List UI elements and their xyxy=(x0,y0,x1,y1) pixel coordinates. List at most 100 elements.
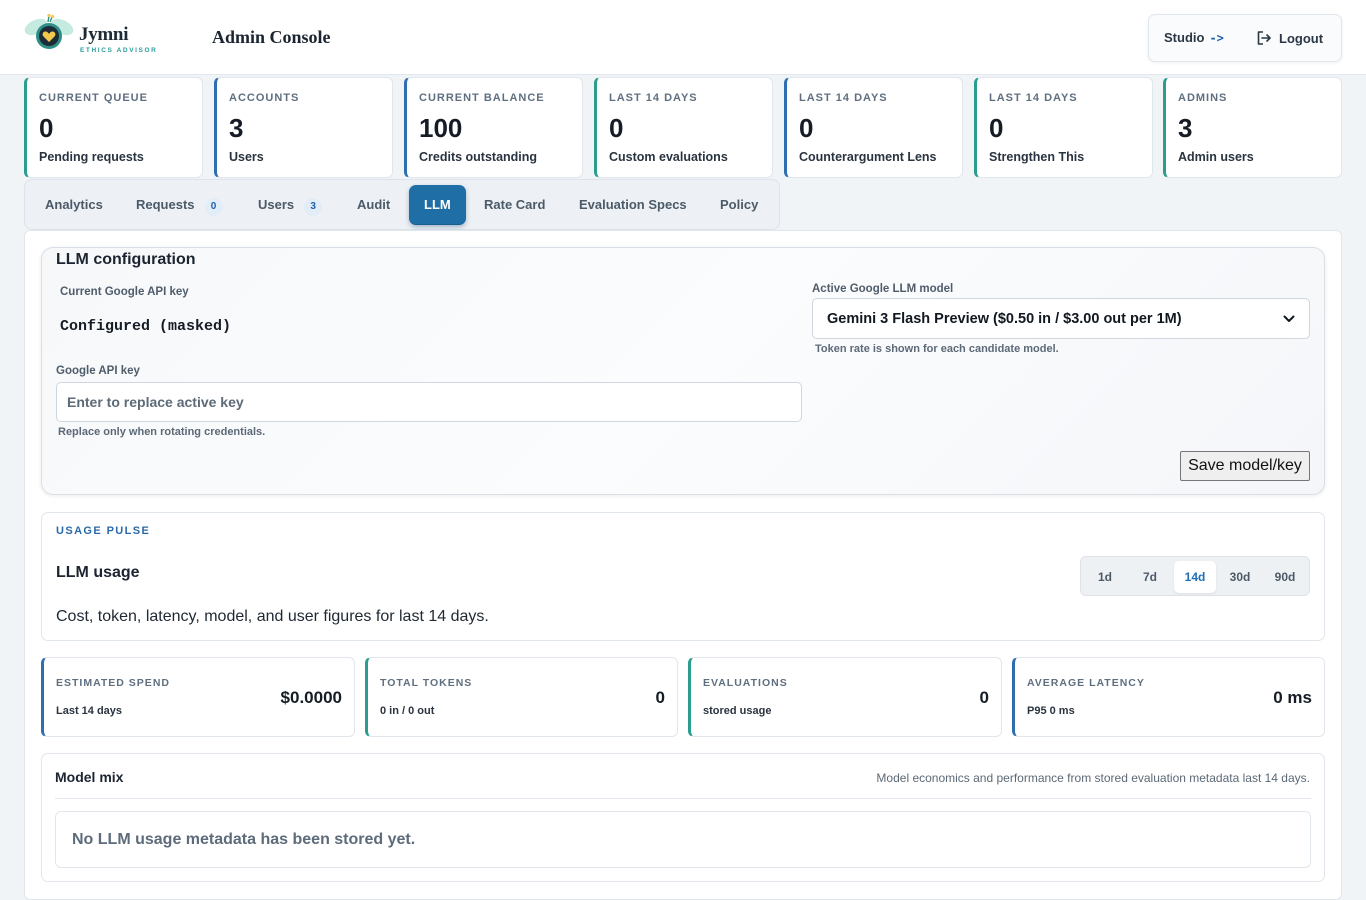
usage-description: Cost, token, latency, model, and user fi… xyxy=(56,608,489,625)
stat-value: 0 xyxy=(609,113,624,143)
admin-tabs: Analytics Requests 0 Users 3 Audit LLM Rat… xyxy=(24,179,780,230)
range-7d-button[interactable]: 7d xyxy=(1129,561,1171,593)
api-key-input[interactable] xyxy=(56,382,802,422)
arrow-right-icon: -> xyxy=(1209,31,1224,45)
tab-label: Policy xyxy=(720,197,759,212)
save-model-key-button[interactable]: Save model/key xyxy=(1180,451,1310,481)
model-mix-title: Model mix xyxy=(55,769,124,785)
page-title: Admin Console xyxy=(212,27,331,47)
metric-average-latency: AVERAGE LATENCY P95 0 ms 0 ms xyxy=(1012,657,1325,737)
stat-card-current-queue: CURRENT QUEUE 0 Pending requests xyxy=(24,77,203,178)
metric-sub: stored usage xyxy=(703,705,772,717)
studio-button[interactable]: Studio -> xyxy=(1164,30,1224,45)
model-select-label: Active Google LLM model xyxy=(812,283,954,295)
tab-llm[interactable]: LLM xyxy=(409,185,466,225)
range-selector: 1d 7d 14d 30d 90d xyxy=(1080,556,1310,596)
stat-value: 3 xyxy=(1178,113,1193,143)
header-actions: Studio -> Logout xyxy=(1148,14,1342,62)
stat-sub: Admin users xyxy=(1178,150,1254,164)
metric-label: ESTIMATED SPEND xyxy=(56,677,170,689)
stat-label: LAST 14 DAYS xyxy=(799,92,888,104)
stat-label: LAST 14 DAYS xyxy=(989,92,1078,104)
tab-evaluation-specs[interactable]: Evaluation Specs xyxy=(579,185,687,225)
stat-value: 0 xyxy=(39,113,54,143)
tab-label: Requests xyxy=(136,197,195,212)
bee-heart-icon xyxy=(24,13,74,49)
studio-label: Studio xyxy=(1164,30,1205,45)
model-selected-value: Gemini 3 Flash Preview ($0.50 in / $3.00… xyxy=(827,310,1182,327)
tab-policy[interactable]: Policy xyxy=(720,185,758,225)
stat-sub: Custom evaluations xyxy=(609,150,728,164)
stat-sub: Strengthen This xyxy=(989,150,1085,164)
metric-total-tokens: TOTAL TOKENS 0 in / 0 out 0 xyxy=(365,657,678,737)
stat-label: CURRENT BALANCE xyxy=(419,92,545,104)
stat-card-accounts: ACCOUNTS 3 Users xyxy=(214,77,393,178)
llm-configuration-box xyxy=(41,247,1325,495)
model-select[interactable]: Gemini 3 Flash Preview ($0.50 in / $3.00… xyxy=(812,298,1310,339)
stat-value: 3 xyxy=(229,113,244,143)
chevron-down-icon xyxy=(1283,315,1295,322)
logout-label: Logout xyxy=(1279,30,1324,46)
brand-tagline: ETHICS ADVISOR xyxy=(80,47,158,54)
stat-value: 0 xyxy=(989,113,1004,143)
stat-card-strengthen-this: LAST 14 DAYS 0 Strengthen This xyxy=(974,77,1153,178)
metric-estimated-spend: ESTIMATED SPEND Last 14 days $0.0000 xyxy=(41,657,355,737)
brand-logo[interactable]: Jymni ETHICS ADVISOR xyxy=(22,12,172,62)
range-1d-button[interactable]: 1d xyxy=(1084,561,1126,593)
tab-label: Analytics xyxy=(45,197,103,212)
stat-sub: Users xyxy=(229,150,264,164)
metric-sub: Last 14 days xyxy=(56,705,123,717)
metric-value: 0 ms xyxy=(1273,688,1312,707)
metric-value: 0 xyxy=(979,688,989,707)
divider xyxy=(55,798,1311,799)
usage-title: LLM usage xyxy=(56,564,140,581)
model-mix-description: Model economics and performance from sto… xyxy=(876,771,1310,785)
stat-label: CURRENT QUEUE xyxy=(39,92,148,104)
tab-count-badge: 3 xyxy=(304,198,323,216)
model-select-help: Token rate is shown for each candidate m… xyxy=(815,343,1059,355)
logout-icon xyxy=(1257,31,1271,45)
llm-configuration-title: LLM configuration xyxy=(56,251,196,268)
tab-users[interactable]: Users 3 xyxy=(258,185,323,225)
stat-card-custom-evaluations: LAST 14 DAYS 0 Custom evaluations xyxy=(594,77,773,178)
range-14d-button[interactable]: 14d xyxy=(1174,561,1216,593)
stat-sub: Pending requests xyxy=(39,150,144,164)
stat-label: LAST 14 DAYS xyxy=(609,92,698,104)
metric-label: EVALUATIONS xyxy=(703,677,788,689)
tab-requests[interactable]: Requests 0 xyxy=(136,185,223,225)
metric-value: 0 xyxy=(655,688,665,707)
tab-label: Rate Card xyxy=(484,197,546,212)
tab-label: Users xyxy=(258,197,295,212)
api-key-label: Google API key xyxy=(56,365,140,377)
stat-label: ADMINS xyxy=(1178,92,1228,104)
current-key-label: Current Google API key xyxy=(60,286,189,298)
model-mix-empty-state: No LLM usage metadata has been stored ye… xyxy=(55,811,1311,868)
stat-value: 100 xyxy=(419,113,463,143)
tab-rate-card[interactable]: Rate Card xyxy=(484,185,545,225)
stat-sub: Counterargument Lens xyxy=(799,150,937,164)
tab-label: Audit xyxy=(357,197,391,212)
metric-evaluations: EVALUATIONS stored usage 0 xyxy=(688,657,1002,737)
stat-card-current-balance: CURRENT BALANCE 100 Credits outstanding xyxy=(404,77,583,178)
stat-card-admins: ADMINS 3 Admin users xyxy=(1163,77,1342,178)
metric-sub: P95 0 ms xyxy=(1027,705,1075,717)
tab-label: Evaluation Specs xyxy=(579,197,687,212)
stat-value: 0 xyxy=(799,113,814,143)
top-header: Jymni ETHICS ADVISOR Admin Console Studi… xyxy=(0,0,1366,75)
logout-button[interactable]: Logout xyxy=(1256,30,1323,46)
stat-label: ACCOUNTS xyxy=(229,92,300,104)
tab-analytics[interactable]: Analytics xyxy=(45,185,103,225)
stat-card-counterargument-lens: LAST 14 DAYS 0 Counterargument Lens xyxy=(784,77,963,178)
metric-sub: 0 in / 0 out xyxy=(380,705,435,717)
usage-eyebrow: USAGE PULSE xyxy=(56,525,151,537)
stat-sub: Credits outstanding xyxy=(419,150,538,164)
brand-name: Jymni xyxy=(79,24,129,45)
metric-value: $0.0000 xyxy=(280,688,342,707)
tab-label: LLM xyxy=(424,197,451,212)
range-90d-button[interactable]: 90d xyxy=(1264,561,1306,593)
current-key-status: Configured (masked) xyxy=(60,318,232,335)
tab-audit[interactable]: Audit xyxy=(357,185,390,225)
range-30d-button[interactable]: 30d xyxy=(1219,561,1261,593)
tab-count-badge: 0 xyxy=(204,198,223,216)
api-key-help: Replace only when rotating credentials. xyxy=(58,426,266,438)
